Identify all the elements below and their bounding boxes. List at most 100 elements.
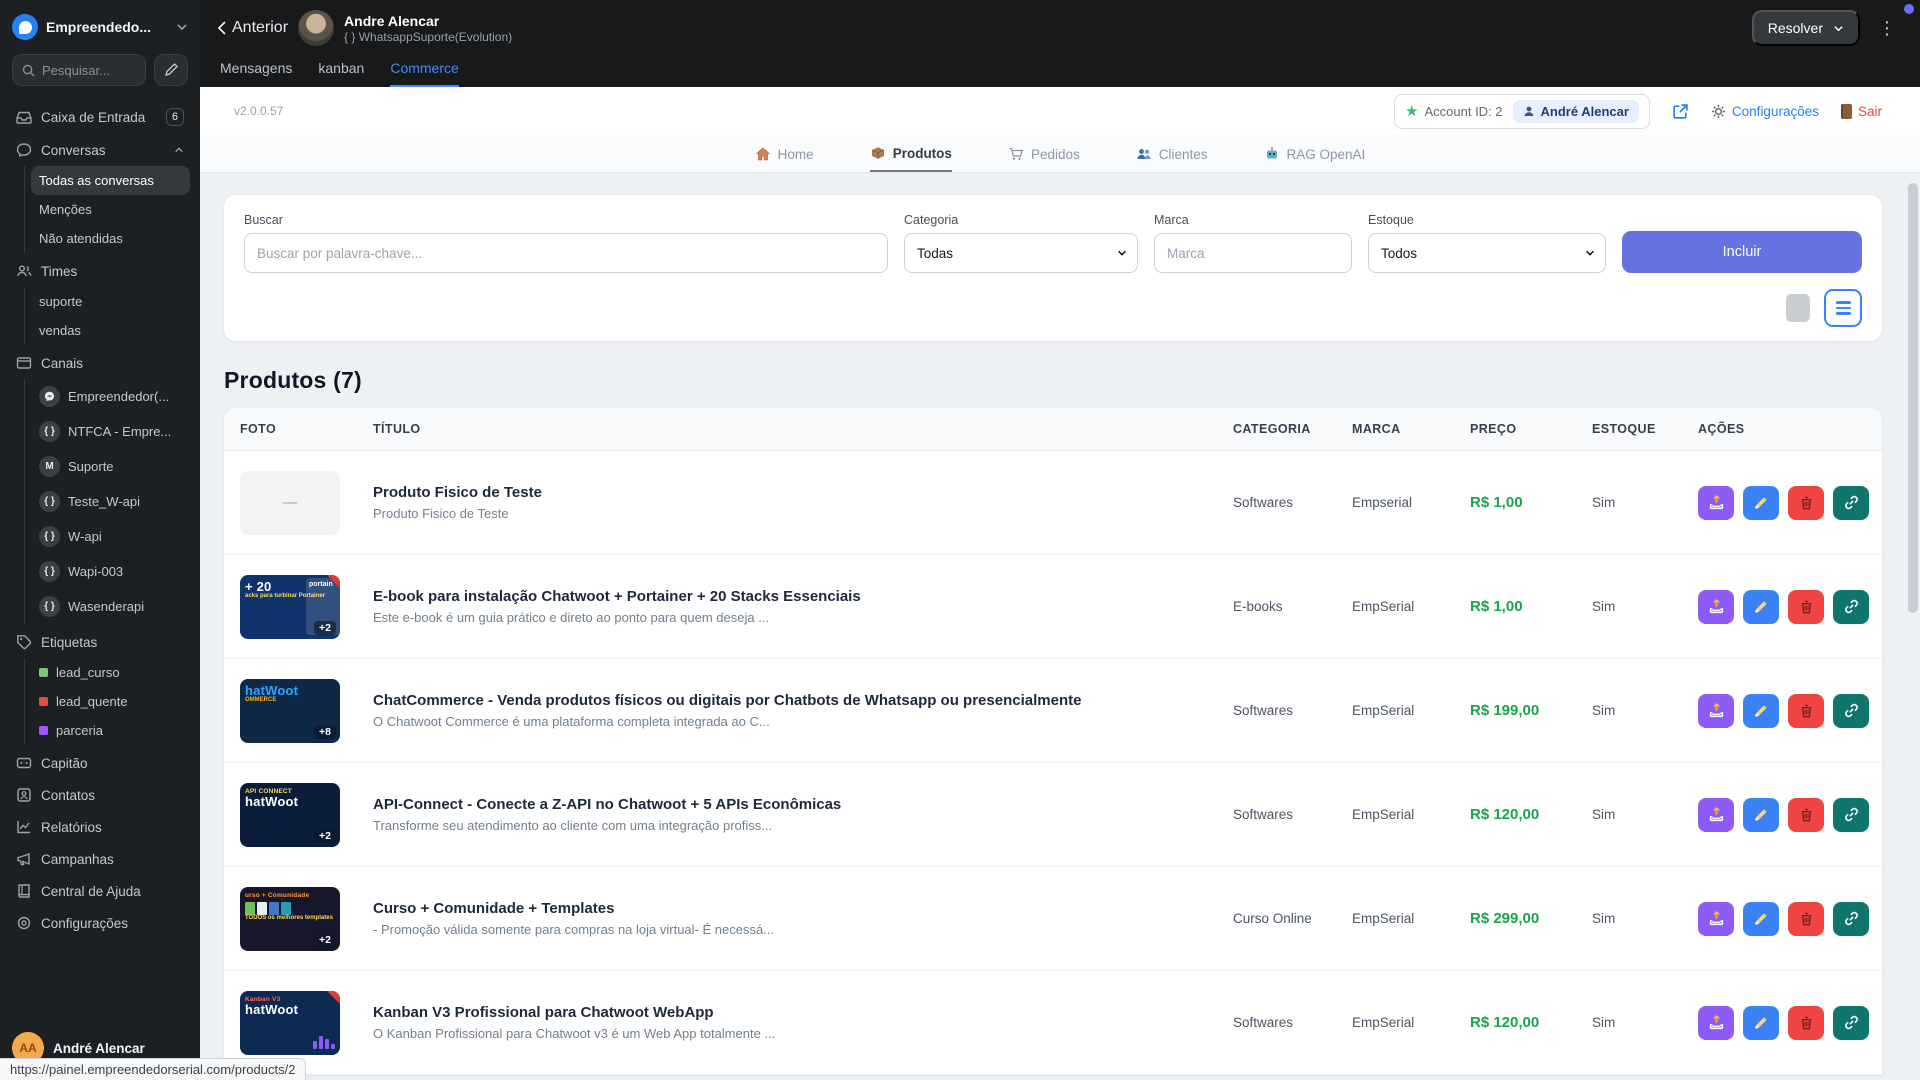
external-link-icon[interactable] xyxy=(1672,103,1689,120)
chevron-down-icon[interactable] xyxy=(176,21,188,33)
link-button[interactable] xyxy=(1833,694,1869,728)
product-photo[interactable]: Kanban V3hatWoot xyxy=(240,991,340,1055)
commerce-tab-produtos[interactable]: Produtos xyxy=(870,145,952,172)
sidebar-item-campanhas[interactable]: Campanhas xyxy=(10,843,190,875)
list-view-button[interactable] xyxy=(1824,289,1862,327)
star-icon: ★ xyxy=(1405,102,1418,120)
product-photo[interactable]: + 20acks para turbinar Portainerportain+… xyxy=(240,575,340,639)
delete-button[interactable] xyxy=(1788,590,1824,624)
sidebar-subitem-wapi-003[interactable]: { }Wapi-003 xyxy=(31,554,190,589)
link-button[interactable] xyxy=(1833,1006,1869,1040)
sidebar-subitem-men-es[interactable]: Menções xyxy=(31,195,190,224)
share-button[interactable] xyxy=(1698,694,1734,728)
tab-commerce[interactable]: Commerce xyxy=(390,60,458,87)
compose-button[interactable] xyxy=(154,54,188,86)
delete-button[interactable] xyxy=(1788,798,1824,832)
sidebar-subitem-empreendedor-[interactable]: Empreendedor(... xyxy=(31,379,190,414)
sidebar-subitem-parceria[interactable]: parceria xyxy=(31,716,190,745)
product-title[interactable]: Produto Fisico de Teste xyxy=(373,484,1217,501)
share-button[interactable] xyxy=(1698,902,1734,936)
sidebar-subitem-teste-w-api[interactable]: { }Teste_W-api xyxy=(31,484,190,519)
link-button[interactable] xyxy=(1833,798,1869,832)
commerce-topbar: v2.0.0.57 ★ Account ID: 2 André Alencar … xyxy=(200,87,1920,135)
settings-link[interactable]: Configurações xyxy=(1711,104,1819,119)
product-title[interactable]: ChatCommerce - Venda produtos físicos ou… xyxy=(373,692,1217,709)
sidebar-item-relat-rios[interactable]: Relatórios xyxy=(10,811,190,843)
delete-button[interactable] xyxy=(1788,486,1824,520)
delete-button[interactable] xyxy=(1788,902,1824,936)
product-photo[interactable]: API CONNECThatWoot+2 xyxy=(240,783,340,847)
workspace-name[interactable]: Empreendedo... xyxy=(46,19,168,35)
edit-button[interactable] xyxy=(1743,798,1779,832)
commerce-tab-clientes[interactable]: Clientes xyxy=(1136,145,1208,172)
sidebar-subitem-ntfca-empre-[interactable]: { }NTFCA - Empre... xyxy=(31,414,190,449)
contact-name[interactable]: Andre Alencar xyxy=(344,13,512,29)
sidebar-item-conversas[interactable]: Conversas xyxy=(10,134,190,166)
product-photo[interactable]: urso + ComunidadeTODOS os melhores templ… xyxy=(240,887,340,951)
tab-kanban[interactable]: kanban xyxy=(318,60,364,87)
messenger-channel-icon xyxy=(39,386,60,407)
search-input[interactable]: Pesquisar... xyxy=(12,54,146,86)
sidebar-subitem-w-api[interactable]: { }W-api xyxy=(31,519,190,554)
product-title[interactable]: API-Connect - Conecte a Z-API no Chatwoo… xyxy=(373,796,1217,813)
scrollbar[interactable] xyxy=(1908,183,1918,613)
sidebar-subitem-lead-quente[interactable]: lead_quente xyxy=(31,687,190,716)
share-button[interactable] xyxy=(1698,486,1734,520)
sidebar-subitem-wasenderapi[interactable]: { }Wasenderapi xyxy=(31,589,190,624)
estoque-select[interactable]: Todos xyxy=(1368,233,1606,273)
product-title[interactable]: E-book para instalação Chatwoot + Portai… xyxy=(373,588,1217,605)
sidebar-item-capit-o[interactable]: Capitão xyxy=(10,747,190,779)
sidebar-subitem-suporte[interactable]: suporte xyxy=(31,287,190,316)
sidebar-item-times[interactable]: Times xyxy=(10,255,190,287)
edit-button[interactable] xyxy=(1743,590,1779,624)
logout-link[interactable]: Sair xyxy=(1841,104,1882,119)
sidebar-item-configura-es[interactable]: Configurações xyxy=(10,907,190,939)
chevron-down-icon[interactable] xyxy=(1833,23,1844,34)
edit-button[interactable] xyxy=(1743,486,1779,520)
products-table-body: —Produto Fisico de TesteProduto Fisico d… xyxy=(224,451,1882,1075)
sidebar-subitem-vendas[interactable]: vendas xyxy=(31,316,190,345)
table-row: Kanban V3hatWoot Kanban V3 Profissional p… xyxy=(224,971,1882,1075)
grid-view-icon[interactable] xyxy=(1786,294,1810,322)
delete-button[interactable] xyxy=(1788,694,1824,728)
product-photo[interactable]: hatWootOMMERCE+8 xyxy=(240,679,340,743)
email-channel-icon: M xyxy=(39,456,60,477)
commerce-tab-rag-openai[interactable]: RAG OpenAI xyxy=(1264,145,1366,172)
edit-button[interactable] xyxy=(1743,694,1779,728)
back-button[interactable]: Anterior xyxy=(216,19,288,37)
incluir-button[interactable]: Incluir xyxy=(1622,231,1862,273)
product-title[interactable]: Kanban V3 Profissional para Chatwoot Web… xyxy=(373,1004,1217,1021)
buscar-input[interactable] xyxy=(244,233,888,273)
commerce-tab-pedidos[interactable]: Pedidos xyxy=(1008,145,1080,172)
sidebar-item-contatos[interactable]: Contatos xyxy=(10,779,190,811)
contact-avatar[interactable] xyxy=(298,10,334,46)
categoria-select[interactable]: Todas xyxy=(904,233,1138,273)
marca-input[interactable] xyxy=(1154,233,1352,273)
product-title[interactable]: Curso + Comunidade + Templates xyxy=(373,900,1217,917)
tab-mensagens[interactable]: Mensagens xyxy=(220,60,292,87)
link-button[interactable] xyxy=(1833,590,1869,624)
sidebar-item-canais[interactable]: Canais xyxy=(10,347,190,379)
share-button[interactable] xyxy=(1698,590,1734,624)
sidebar-subitem-n-o-atendidas[interactable]: Não atendidas xyxy=(31,224,190,253)
account-user-pill[interactable]: André Alencar xyxy=(1513,100,1639,123)
sidebar-item-caixa-de-entrada[interactable]: Caixa de Entrada6 xyxy=(10,100,190,134)
resolve-button[interactable]: Resolver xyxy=(1752,10,1860,46)
photo-count-badge: +2 xyxy=(314,933,336,947)
sidebar-subitem-lead-curso[interactable]: lead_curso xyxy=(31,658,190,687)
share-button[interactable] xyxy=(1698,798,1734,832)
link-button[interactable] xyxy=(1833,902,1869,936)
link-button[interactable] xyxy=(1833,486,1869,520)
edit-button[interactable] xyxy=(1743,902,1779,936)
commerce-tab-home[interactable]: Home xyxy=(755,145,814,172)
delete-button[interactable] xyxy=(1788,1006,1824,1040)
kebab-menu-icon[interactable]: ⋮ xyxy=(1870,18,1904,39)
sidebar-subitem-todas-as-conversas[interactable]: Todas as conversas xyxy=(31,166,190,195)
chevron-up-icon[interactable] xyxy=(174,145,184,155)
sidebar-item-central-de-ajuda[interactable]: Central de Ajuda xyxy=(10,875,190,907)
sidebar-subitem-suporte[interactable]: MSuporte xyxy=(31,449,190,484)
edit-button[interactable] xyxy=(1743,1006,1779,1040)
share-button[interactable] xyxy=(1698,1006,1734,1040)
sidebar-item-etiquetas[interactable]: Etiquetas xyxy=(10,626,190,658)
product-subtitle: O Chatwoot Commerce é uma plataforma com… xyxy=(373,714,1217,729)
